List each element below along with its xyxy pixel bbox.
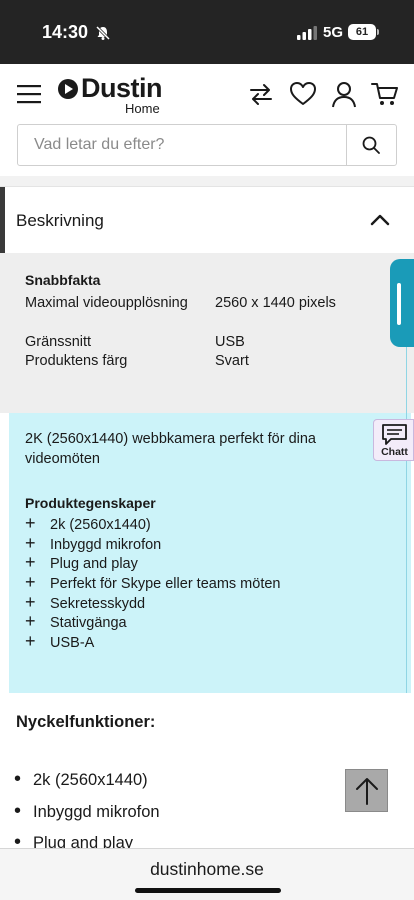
feature-item: +2k (2560x1440)	[25, 514, 151, 536]
search-bar	[17, 124, 397, 166]
feature-item-label: USB-A	[50, 635, 95, 651]
cart-icon[interactable]	[371, 80, 399, 108]
fact-value: Svart	[215, 353, 249, 369]
fact-label: Gränssnitt	[25, 334, 92, 350]
compare-icon[interactable]	[247, 80, 275, 108]
signal-icon	[297, 26, 317, 40]
plus-icon: +	[25, 552, 36, 572]
feature-intro: 2K (2560x1440) webbkamera perfekt för di…	[25, 431, 316, 467]
side-drawer-line	[406, 347, 407, 693]
side-drawer-handle	[397, 283, 401, 325]
plus-icon: +	[25, 611, 36, 631]
chat-icon	[382, 424, 407, 445]
scroll-to-top-button[interactable]	[345, 769, 388, 812]
feature-item: + USB-A	[25, 632, 94, 654]
feature-item: + Stativgänga	[25, 612, 127, 634]
quick-facts: Snabbfakta Maximal videoupplösning 2560 …	[0, 253, 414, 413]
feature-box: 2K (2560x1440) webbkamera perfekt för di…	[9, 413, 411, 693]
chat-label: Chatt	[381, 446, 408, 458]
user-icon[interactable]	[330, 80, 358, 108]
status-bar: 14:30 5G 61	[0, 0, 414, 64]
feature-item-label: Sekretesskydd	[50, 596, 146, 612]
plus-icon: +	[25, 533, 36, 553]
feature-item-label: Perfekt för Skype eller teams möten	[50, 576, 281, 592]
plus-icon: +	[25, 631, 36, 651]
battery-indicator: 61	[348, 24, 376, 40]
key-feature-item: • 2k (2560x1440)	[14, 768, 148, 791]
plus-icon: +	[25, 592, 36, 612]
key-feature-item: • Inbyggd mikrofon	[14, 800, 160, 823]
plus-icon: +	[25, 513, 36, 533]
battery-tip	[377, 29, 379, 35]
feature-item-label: Inbyggd mikrofon	[50, 537, 162, 553]
plus-icon: +	[25, 572, 36, 592]
status-time: 14:30	[42, 22, 89, 42]
search-button[interactable]	[346, 125, 396, 165]
logo-text: Dustin	[81, 73, 163, 103]
fact-value: USB	[215, 334, 245, 350]
key-features-title: Nyckelfunktioner:	[16, 713, 156, 731]
fact-value: 2560 x 1440 pixels	[215, 295, 336, 311]
arrow-up-icon	[356, 778, 378, 805]
chat-button[interactable]: Chatt	[373, 419, 414, 461]
feature-item-label: Stativgänga	[50, 615, 127, 631]
description-title: Beskrivning	[16, 211, 104, 230]
feature-item: + Perfekt för Skype eller teams möten	[25, 573, 281, 595]
accordion-accent-bar	[0, 187, 5, 254]
home-indicator	[135, 888, 281, 893]
logo-mark-icon	[58, 79, 78, 99]
key-feature-label: 2k (2560x1440)	[33, 771, 148, 789]
fact-label: Maximal videoupplösning	[25, 295, 188, 311]
bullet: •	[14, 800, 22, 822]
section-divider	[0, 176, 414, 186]
side-drawer-tab[interactable]	[390, 259, 414, 347]
browser-domain: dustinhome.se	[150, 859, 264, 879]
key-feature-label: Inbyggd mikrofon	[33, 803, 160, 821]
menu-icon[interactable]	[17, 84, 41, 104]
browser-address-bar[interactable]: dustinhome.se	[0, 848, 414, 900]
fact-label: Produktens färg	[25, 353, 128, 369]
quick-facts-title: Snabbfakta	[25, 272, 101, 288]
chevron-up-icon[interactable]	[370, 213, 390, 227]
heart-icon[interactable]	[289, 80, 317, 108]
search-icon	[362, 136, 380, 154]
feature-item-label: Plug and play	[50, 556, 138, 572]
bell-muted-icon	[95, 25, 111, 41]
search-input[interactable]	[18, 125, 346, 165]
site-header: Dustin Home	[0, 64, 414, 186]
feature-item-label: 2k (2560x1440)	[50, 517, 151, 533]
feature-item: + Plug and play	[25, 553, 138, 575]
bullet: •	[14, 768, 22, 790]
description-accordion-header[interactable]: Beskrivning	[0, 186, 414, 254]
network-label: 5G	[323, 24, 344, 41]
features-heading: Produktegenskaper	[25, 495, 156, 511]
logo-subtext: Home	[125, 101, 160, 116]
